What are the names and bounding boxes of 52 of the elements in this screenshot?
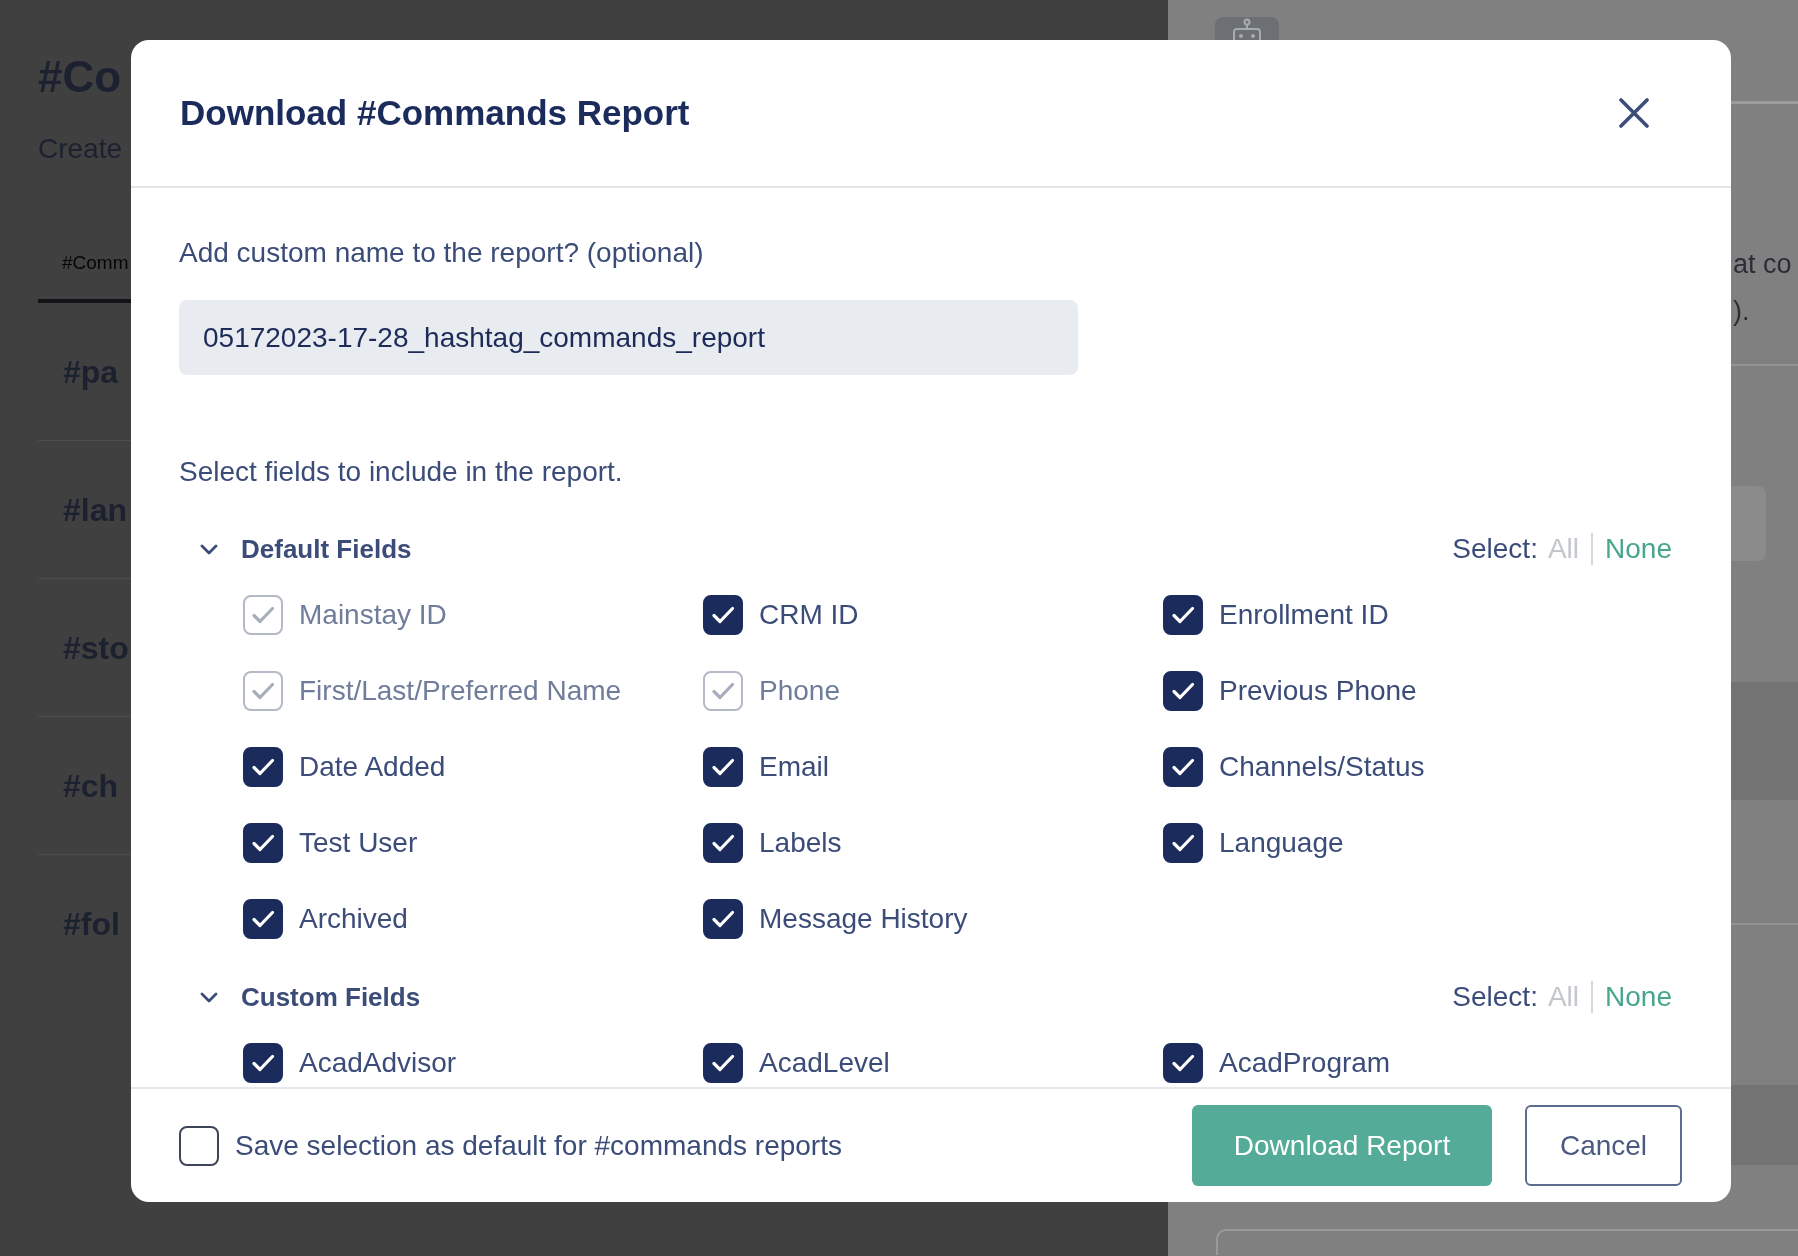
checkbox-label: Phone bbox=[759, 674, 840, 708]
checkbox[interactable] bbox=[703, 595, 743, 635]
checkbox-label: Save selection as default for #commands reports bbox=[235, 1128, 842, 1163]
checkbox-label: AcadProgram bbox=[1219, 1046, 1391, 1080]
checkbox[interactable] bbox=[243, 823, 283, 863]
checkbox[interactable] bbox=[1163, 1043, 1203, 1083]
checkbox[interactable] bbox=[1163, 747, 1203, 787]
checkbox[interactable] bbox=[179, 1125, 219, 1166]
checkbox-label: Mainstay ID bbox=[299, 598, 447, 632]
checkbox[interactable] bbox=[243, 899, 283, 939]
description-text: ). bbox=[1733, 295, 1750, 328]
checkbox-label: Labels bbox=[759, 826, 842, 860]
text-field[interactable] bbox=[1216, 1229, 1798, 1255]
close-icon[interactable] bbox=[1619, 98, 1649, 128]
checkbox[interactable] bbox=[243, 1043, 283, 1083]
section-title: Custom Fields bbox=[241, 981, 421, 1013]
field-label: Add custom name to the report? (optional) bbox=[179, 236, 704, 270]
checkbox-label: Enrollment ID bbox=[1219, 598, 1389, 632]
checkbox[interactable] bbox=[703, 823, 743, 863]
checkbox-label: Language bbox=[1219, 826, 1344, 860]
checkbox-label: Date Added bbox=[299, 750, 446, 784]
checkbox[interactable] bbox=[703, 1043, 743, 1083]
checkbox-label: First/Last/Preferred Name bbox=[299, 674, 622, 708]
checkbox[interactable] bbox=[1163, 823, 1203, 863]
cancel-button[interactable]: Cancel bbox=[1525, 1105, 1682, 1186]
robot-icon bbox=[1215, 17, 1279, 40]
checkbox[interactable] bbox=[1163, 595, 1203, 635]
checkbox-label: CRM ID bbox=[759, 598, 859, 632]
select-option: All bbox=[1547, 980, 1580, 1014]
checkbox-label: AcadLevel bbox=[759, 1046, 890, 1080]
checkbox-label: AcadAdvisor bbox=[299, 1046, 457, 1080]
select-link[interactable]: None bbox=[1605, 532, 1672, 566]
instruction-text: Select fields to include in the report. bbox=[179, 455, 623, 489]
checkbox-label: Archived bbox=[299, 902, 408, 936]
checkbox[interactable] bbox=[703, 747, 743, 787]
checkbox[interactable] bbox=[703, 899, 743, 939]
checkbox[interactable] bbox=[1163, 671, 1203, 711]
description-text: at co bbox=[1733, 248, 1792, 281]
dialog-title: Download #Commands Report bbox=[180, 93, 690, 133]
select-label: Select: bbox=[1452, 980, 1538, 1014]
checkbox-label: Previous Phone bbox=[1219, 674, 1417, 708]
select-label: Select: bbox=[1452, 532, 1538, 566]
download-button[interactable]: Download Report bbox=[1192, 1105, 1492, 1186]
checkbox-label: Test User bbox=[299, 826, 418, 860]
report-name-field[interactable]: 05172023-17-28_hashtag_commands_report bbox=[179, 300, 1078, 375]
select-option: All bbox=[1547, 532, 1580, 566]
checkbox-label: Message History bbox=[759, 902, 968, 936]
select-link[interactable]: None bbox=[1605, 980, 1672, 1014]
section-title: Default Fields bbox=[241, 533, 412, 565]
checkbox-label: Email bbox=[759, 750, 829, 784]
checkbox-label: Channels/Status bbox=[1219, 750, 1425, 784]
checkbox[interactable] bbox=[243, 747, 283, 787]
